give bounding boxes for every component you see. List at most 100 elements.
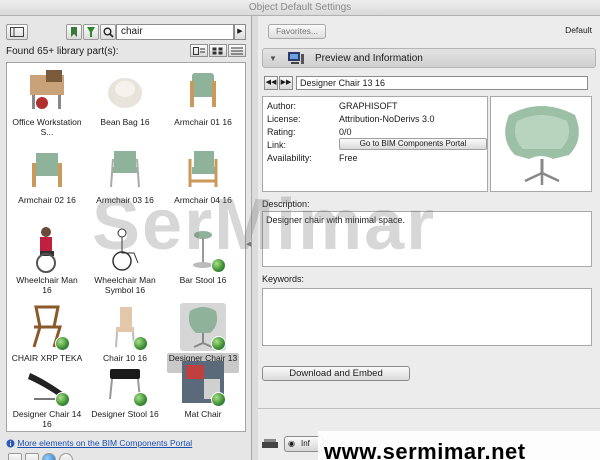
library-manager-icon[interactable] — [8, 453, 22, 460]
object-settings-icon[interactable] — [25, 453, 39, 460]
author-row: Author: GRAPHISOFT — [265, 100, 485, 112]
author-label: Author: — [267, 101, 297, 111]
view-icons-button[interactable] — [209, 44, 227, 57]
download-and-embed-button[interactable]: Download and Embed — [262, 366, 410, 381]
keywords-label: Keywords: — [262, 274, 305, 284]
rating-value: 0/0 — [339, 127, 352, 137]
info-icon — [6, 439, 15, 448]
keywords-field[interactable] — [262, 288, 592, 346]
item-label: Wheelchair Man 16 — [16, 275, 78, 295]
link-label: Link: — [267, 140, 287, 150]
armchair-03-thumbnail — [102, 145, 148, 193]
filter-button[interactable] — [83, 24, 99, 40]
refresh-icon[interactable] — [59, 453, 73, 460]
library-toolbar: chair ▶ — [6, 22, 246, 40]
download-badge-icon — [55, 392, 70, 407]
list-item[interactable]: Armchair 02 16 — [11, 145, 83, 225]
library-bottom-toolbar — [8, 453, 73, 460]
previous-item-button[interactable]: ◀◀ — [264, 76, 278, 90]
keywords-text — [263, 289, 591, 295]
armchair-04-thumbnail — [180, 145, 226, 193]
panel-toggle-button[interactable] — [6, 24, 28, 40]
list-item[interactable]: Armchair 03 16 — [89, 145, 161, 225]
triangle-down-icon: ▼ — [269, 54, 277, 63]
description-label: Description: — [262, 199, 310, 209]
next-icon: ▶▶ — [280, 79, 292, 86]
list-item[interactable]: Bar Stool 16 — [167, 225, 239, 305]
bar-stool-thumbnail — [180, 225, 226, 273]
icon-view-icon — [212, 47, 223, 54]
library-icon-button[interactable] — [66, 24, 82, 40]
item-label: Bean Bag 16 — [100, 117, 150, 127]
list-item[interactable]: Designer Chair 14 16 — [11, 359, 83, 439]
bean-bag-thumbnail — [102, 67, 148, 115]
list-item[interactable]: Mat Chair — [167, 359, 239, 439]
list-item[interactable]: Wheelchair Man Symbol 16 — [89, 225, 161, 305]
info-table: Author: GRAPHISOFT License: Attribution-… — [262, 96, 488, 192]
computer-icon — [288, 52, 304, 64]
preview-section-header[interactable]: ▼ Preview and Information — [262, 48, 596, 68]
item-label: Armchair 03 16 — [96, 195, 154, 205]
search-go-button[interactable]: ▶ — [234, 24, 246, 40]
item-label: Armchair 01 16 — [174, 117, 232, 127]
window-title: Object Default Settings — [0, 0, 600, 16]
license-label: License: — [267, 114, 301, 124]
bottom-tool-icon[interactable] — [260, 436, 282, 452]
bim-portal-link[interactable]: More elements on the BIM Components Port… — [6, 438, 192, 448]
panel-icon — [10, 27, 24, 37]
availability-row: Availability: Free — [265, 152, 485, 164]
search-input[interactable]: chair — [116, 24, 234, 40]
availability-label: Availability: — [267, 153, 312, 163]
previous-icon: ◀◀ — [265, 79, 277, 86]
eye-icon: ◉ — [288, 439, 295, 448]
license-row: License: Attribution-NoDerivs 3.0 — [265, 113, 485, 125]
item-label: Wheelchair Man Symbol 16 — [94, 275, 156, 295]
go-to-portal-button[interactable]: Go to BIM Components Portal — [339, 138, 487, 150]
object-preview — [490, 96, 592, 192]
armchair-02-thumbnail — [24, 145, 70, 193]
designer-chair-14-thumbnail — [24, 359, 70, 407]
chair-10-thumbnail — [102, 303, 148, 351]
list-item[interactable]: Armchair 04 16 — [167, 145, 239, 225]
chair-xrp-thumbnail — [24, 303, 70, 351]
view-list-button[interactable] — [228, 44, 246, 57]
list-item[interactable]: Armchair 01 16 — [167, 67, 239, 147]
object-name-field[interactable]: Designer Chair 13 16 — [296, 76, 588, 90]
default-label: Default — [565, 25, 592, 35]
library-icon — [71, 27, 77, 37]
collapse-arrow-icon[interactable]: ◀ — [246, 240, 251, 248]
view-details-button[interactable] — [190, 44, 208, 57]
mat-chair-thumbnail — [180, 359, 226, 407]
item-label: Office Workstation S... — [12, 117, 82, 137]
availability-value: Free — [339, 153, 358, 163]
item-label: Armchair 04 16 — [174, 195, 232, 205]
item-label: Bar Stool 16 — [179, 275, 227, 285]
item-label: Designer Stool 16 — [91, 409, 159, 419]
list-item[interactable]: Wheelchair Man 16 — [11, 225, 83, 305]
divider — [258, 408, 600, 409]
library-panel: chair ▶ Found 65+ library part(s): Offic… — [0, 16, 252, 460]
description-text: Designer chair with minimal space. — [266, 215, 406, 225]
download-badge-icon — [133, 392, 148, 407]
list-item[interactable]: Designer Stool 16 — [89, 359, 161, 439]
download-badge-icon — [211, 392, 226, 407]
link-row: Link: Go to BIM Components Portal — [265, 138, 487, 151]
bim-portal-link-text: More elements on the BIM Components Port… — [17, 438, 193, 448]
found-count: Found 65+ library part(s): — [6, 46, 119, 57]
favorites-button[interactable]: Favorites... — [268, 24, 326, 39]
item-navigation: ◀◀ ▶▶ — [264, 76, 293, 90]
designer-chair-13-thumbnail — [180, 303, 226, 351]
list-item[interactable]: Bean Bag 16 — [89, 67, 161, 147]
search-icon — [103, 27, 114, 38]
armchair-01-thumbnail — [180, 67, 226, 115]
wheelchair-symbol-thumbnail — [102, 225, 148, 273]
search-button[interactable] — [100, 24, 116, 40]
list-item[interactable]: Office Workstation S... — [11, 67, 83, 147]
settings-panel: Favorites... Default ▼ Preview and Infor… — [258, 16, 600, 460]
description-field[interactable]: Designer chair with minimal space. — [262, 211, 592, 267]
next-item-button[interactable]: ▶▶ — [279, 76, 293, 90]
list-view-icon — [231, 47, 243, 54]
globe-icon[interactable] — [42, 453, 56, 460]
designer-chair-preview-image — [505, 106, 579, 185]
download-badge-icon — [55, 336, 70, 351]
